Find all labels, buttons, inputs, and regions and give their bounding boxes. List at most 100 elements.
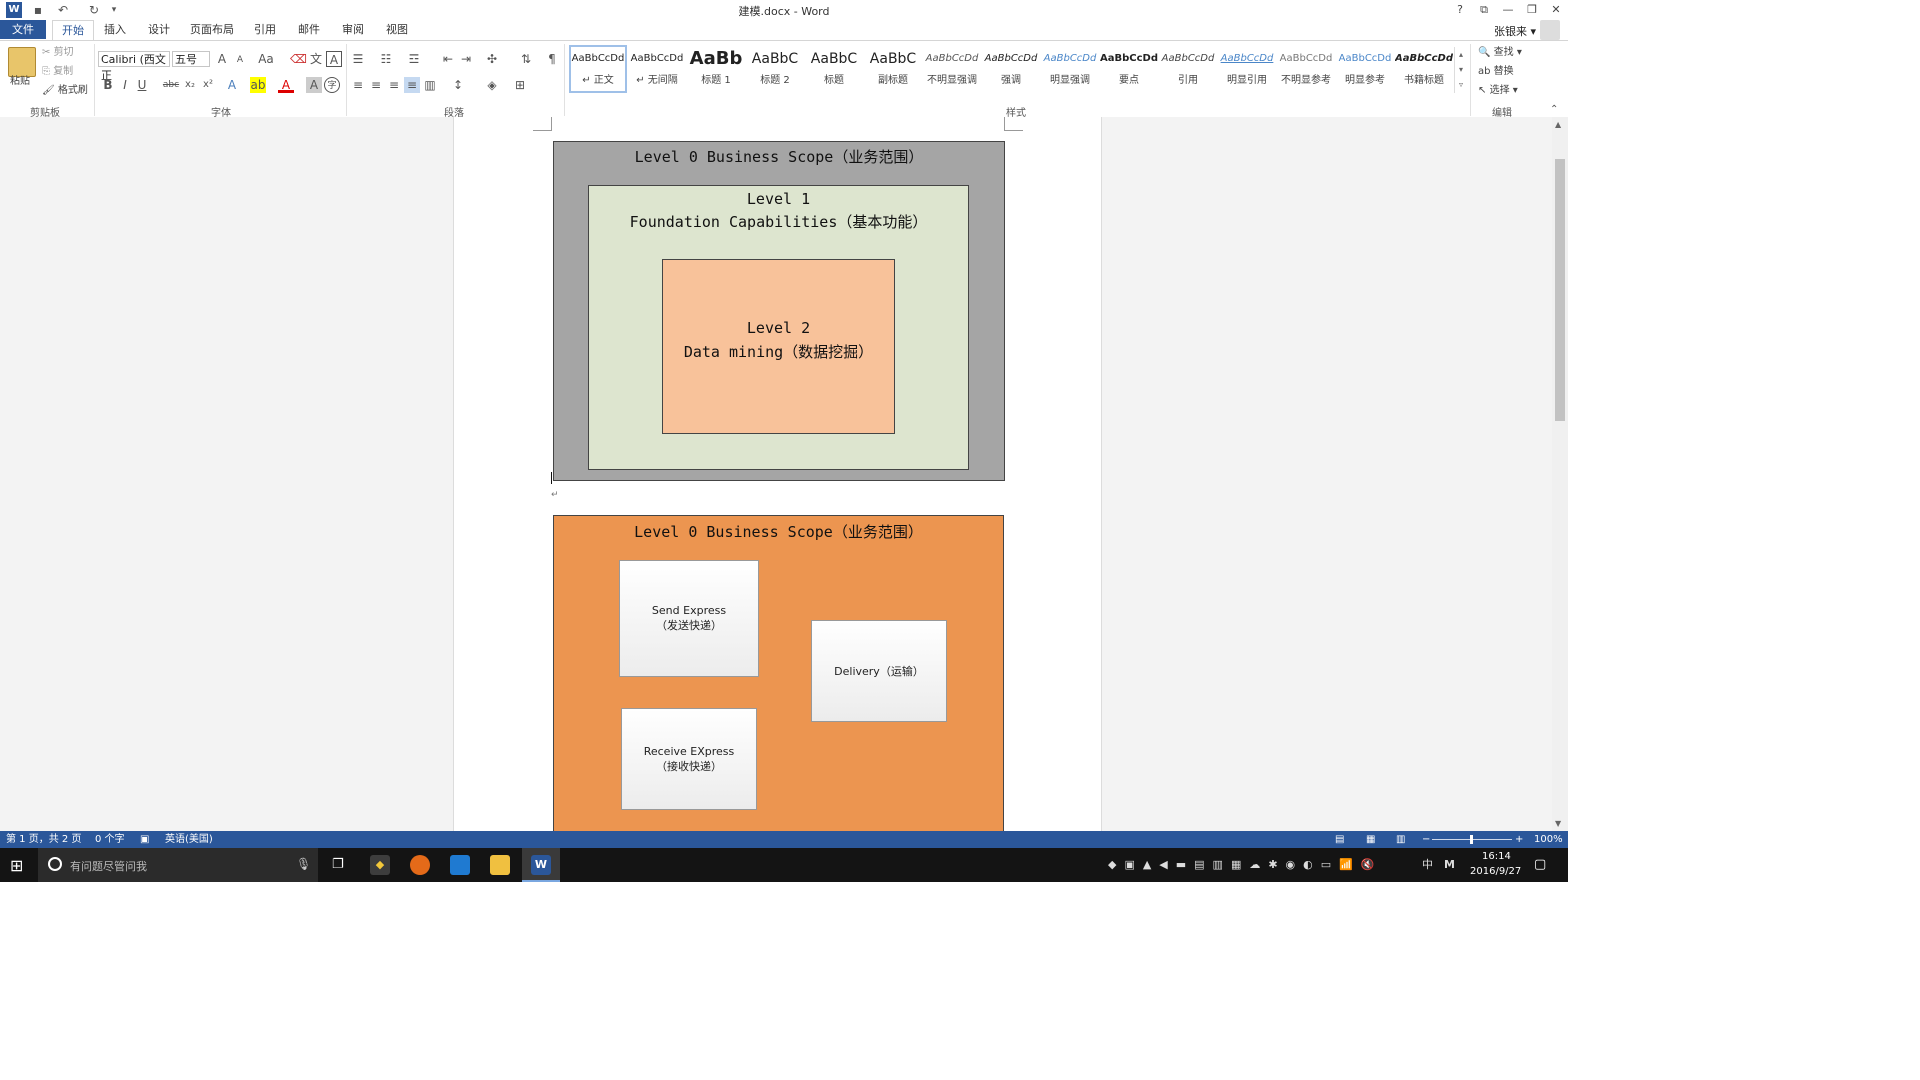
show-marks-icon[interactable]: ¶ [544,51,560,67]
browser-icon[interactable] [410,855,430,875]
style-book-title[interactable]: AaBbCcDd 书籍标题 [1395,47,1453,91]
superscript-icon[interactable]: x² [200,77,216,93]
tab-insert[interactable]: 插入 [98,20,132,39]
windows-start-icon[interactable]: ⊞ [10,856,23,875]
decrease-indent-icon[interactable]: ⇤ [440,51,456,67]
styles-scroll[interactable]: ▴ ▾ ▿ [1454,47,1467,93]
cut-button[interactable]: ✂ 剪切 [42,46,74,60]
char-shading-icon[interactable]: A [306,77,322,93]
messenger-icon[interactable] [450,855,470,875]
receive-express-box[interactable]: Receive EXpress （接收快递） [621,708,757,810]
line-spacing-icon[interactable]: ↕ [450,77,466,93]
task-view-icon[interactable]: ❐ [332,857,344,872]
restore-button[interactable]: ❐ [1522,1,1542,19]
tab-design[interactable]: 设计 [142,20,176,39]
style-intense-emphasis[interactable]: AaBbCcDd 明显强调 [1041,47,1099,91]
tab-file[interactable]: 文件 [0,20,46,39]
borders-icon[interactable]: ⊞ [512,77,528,93]
font-size-dropdown[interactable]: 五号 [172,51,210,67]
style-title[interactable]: AaBbC 标题 [805,47,863,91]
style-subtle-reference[interactable]: AaBbCcDd 不明显参考 [1277,47,1335,91]
tab-references[interactable]: 引用 [248,20,282,39]
ime-indicator[interactable]: 中 [1422,857,1433,873]
help-button[interactable]: ? [1450,1,1470,19]
clear-format-icon[interactable]: ⌫ [290,51,307,67]
read-mode-icon[interactable]: ▤ [1335,831,1344,848]
paste-button[interactable]: 粘贴 [10,75,30,89]
file-explorer-icon[interactable] [490,855,510,875]
align-center-icon[interactable]: ≡ [368,77,384,93]
paste-icon[interactable] [8,47,36,77]
delivery-box[interactable]: Delivery（运输） [811,620,947,722]
avatar[interactable] [1540,20,1560,40]
collapse-ribbon-icon[interactable]: ⌃ [1550,104,1558,115]
style-subtle-emphasis[interactable]: AaBbCcDd 不明显强调 [923,47,981,91]
justify-icon[interactable]: ≡ [404,77,420,93]
proofing-icon[interactable]: ▣ [140,831,149,848]
close-button[interactable]: ✕ [1546,1,1566,19]
bullets-icon[interactable]: ☰ [350,51,366,67]
tab-review[interactable]: 审阅 [336,20,370,39]
style-intense-reference[interactable]: AaBbCcDd 明显参考 [1336,47,1394,91]
zoom-level[interactable]: 100% [1534,831,1563,848]
replace-button[interactable]: ab 替换 [1478,65,1514,79]
phonetic-icon[interactable]: 文 [308,51,324,67]
style-no-spacing[interactable]: AaBbCcDd ↵ 无间隔 [628,47,686,91]
copy-button[interactable]: ⎘ 复制 [42,65,73,79]
change-case-icon[interactable]: Aa [256,51,276,67]
align-left-icon[interactable]: ≡ [350,77,366,93]
clock-time[interactable]: 16:14 [1482,851,1511,862]
highlight-icon[interactable]: ab [250,77,266,93]
print-layout-icon[interactable]: ▦ [1366,831,1375,848]
web-layout-icon[interactable]: ▥ [1396,831,1405,848]
zoom-in-icon[interactable]: + [1515,831,1523,848]
style-emphasis[interactable]: AaBbCcDd 强调 [982,47,1040,91]
user-name[interactable]: 张银来 ▾ [1494,23,1536,39]
numbering-icon[interactable]: ☷ [378,51,394,67]
language[interactable]: 英语(美国) [165,831,213,848]
tab-view[interactable]: 视图 [380,20,414,39]
align-right-icon[interactable]: ≡ [386,77,402,93]
bold-icon[interactable]: B [100,77,116,93]
tab-page-layout[interactable]: 页面布局 [186,20,238,39]
multilevel-list-icon[interactable]: ☲ [406,51,422,67]
shading-icon[interactable]: ◈ [484,77,500,93]
style-normal[interactable]: AaBbCcDd ↵ 正文 [569,47,627,91]
scroll-thumb[interactable] [1555,159,1565,421]
page-count[interactable]: 第 1 页，共 2 页 [6,831,81,848]
send-express-box[interactable]: Send Express （发送快递） [619,560,759,677]
grow-font-icon[interactable]: A [214,51,230,67]
tab-mailings[interactable]: 邮件 [292,20,326,39]
increase-indent-icon[interactable]: ⇥ [458,51,474,67]
scroll-up-icon[interactable]: ▲ [1555,120,1561,129]
style-heading-2[interactable]: AaBbC 标题 2 [746,47,804,91]
scroll-down-icon[interactable]: ▼ [1555,819,1561,828]
vertical-scrollbar[interactable]: ▲ ▼ [1552,117,1568,831]
font-color-icon[interactable]: A [278,77,294,93]
shrink-font-icon[interactable]: A [232,52,248,68]
ribbon-display-button[interactable]: ⧉ [1474,1,1494,19]
microphone-icon[interactable]: 🎙 [296,857,311,871]
style-quote[interactable]: AaBbCcDd 引用 [1159,47,1217,91]
sort-icon[interactable]: ⇅ [518,51,534,67]
underline-icon[interactable]: U [134,77,150,93]
text-effects-icon[interactable]: A [224,77,240,93]
font-name-dropdown[interactable]: Calibri (西文正 [98,51,170,82]
style-intense-quote[interactable]: AaBbCcDd 明显引用 [1218,47,1276,91]
word-taskbar-button[interactable]: W [522,848,560,882]
zoom-slider-thumb[interactable] [1470,835,1473,844]
style-strong[interactable]: AaBbCcDd 要点 [1100,47,1158,91]
app-icon[interactable]: ◆ [370,855,390,875]
notification-icon[interactable]: ▢ [1534,857,1546,872]
ime-mode-indicator[interactable]: M [1444,857,1455,873]
subscript-icon[interactable]: x₂ [182,77,198,93]
select-button[interactable]: ↖ 选择 ▾ [1478,84,1518,98]
format-painter-button[interactable]: 🖌 格式刷 [42,84,88,98]
enclose-char-icon[interactable]: 字 [324,77,340,93]
chinese-layout-icon[interactable]: ✣ [484,51,500,67]
find-button[interactable]: 🔍 查找 ▾ [1478,46,1522,60]
style-heading-1[interactable]: AaBb 标题 1 [687,47,745,91]
system-tray-icons[interactable]: ◆▣▲◀▬▤▥▦☁✱◉◐▭📶🔇 [1108,857,1383,873]
minimize-button[interactable]: — [1498,1,1518,19]
distributed-icon[interactable]: ▥ [422,77,438,93]
